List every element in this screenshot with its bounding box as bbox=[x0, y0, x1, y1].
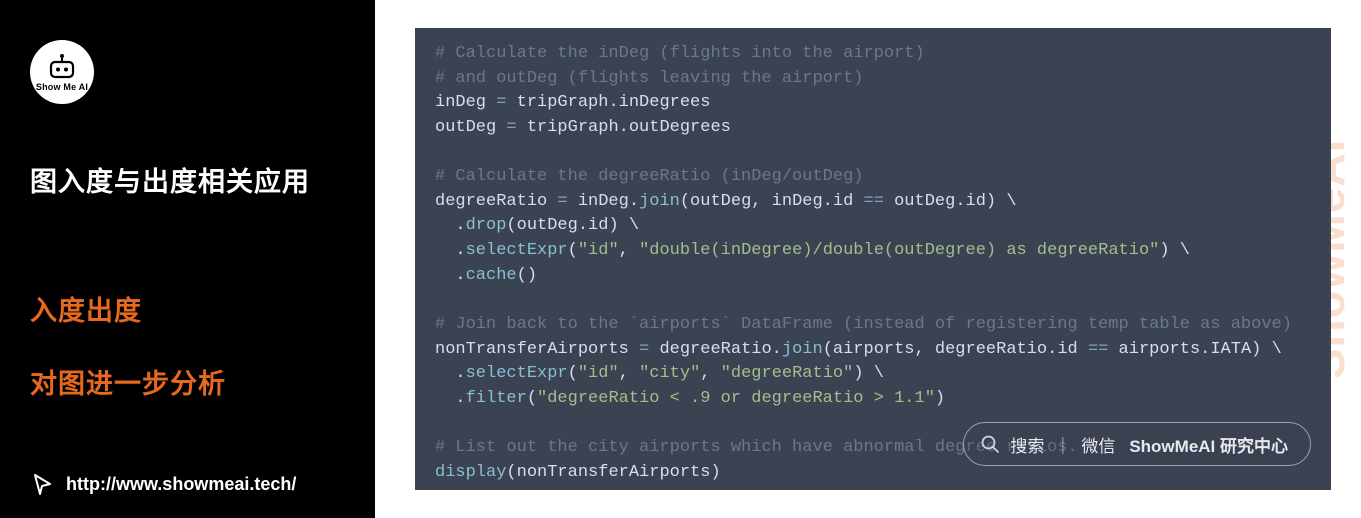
bullet-item: 对图进一步分析 bbox=[30, 362, 345, 401]
sidebar: Show Me AI 图入度与出度相关应用 入度出度 对图进一步分析 http:… bbox=[0, 0, 375, 518]
search-prefix: 搜索 bbox=[1010, 432, 1044, 457]
slide-title: 图入度与出度相关应用 bbox=[30, 160, 345, 199]
search-pill[interactable]: 搜索 ｜ 微信 ShowMeAI 研究中心 bbox=[963, 422, 1311, 466]
search-icon bbox=[980, 434, 1000, 454]
cursor-icon bbox=[30, 472, 54, 496]
code-block: # Calculate the inDeg (flights into the … bbox=[415, 28, 1331, 490]
search-mid: 微信 bbox=[1081, 432, 1115, 457]
bullet-item: 入度出度 bbox=[30, 289, 345, 328]
search-bold: ShowMeAI 研究中心 bbox=[1129, 432, 1288, 457]
robot-icon bbox=[45, 53, 79, 79]
main-area: ShowMeAI # Calculate the inDeg (flights … bbox=[375, 0, 1361, 518]
logo: Show Me AI bbox=[30, 40, 345, 104]
footer-url: http://www.showmeai.tech/ bbox=[30, 472, 296, 496]
search-sep: ｜ bbox=[1054, 432, 1071, 457]
logo-text: Show Me AI bbox=[36, 82, 88, 92]
slide: Show Me AI 图入度与出度相关应用 入度出度 对图进一步分析 http:… bbox=[0, 0, 1361, 518]
logo-circle: Show Me AI bbox=[30, 40, 94, 104]
footer-url-text: http://www.showmeai.tech/ bbox=[66, 474, 296, 495]
bullet-list: 入度出度 对图进一步分析 bbox=[30, 289, 345, 435]
